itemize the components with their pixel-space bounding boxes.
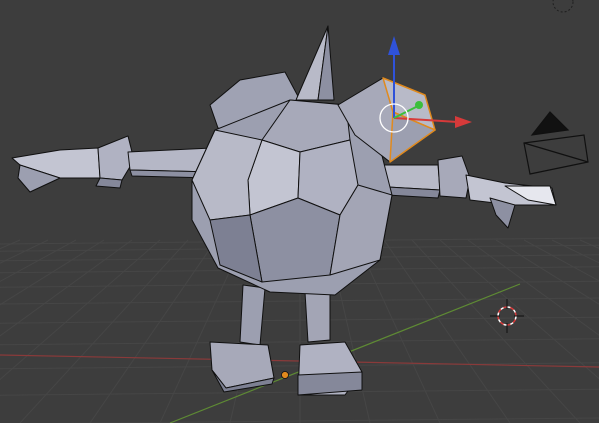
gizmo-x-arrow[interactable] [455,116,472,128]
viewport-scene[interactable] [0,0,599,423]
right-hand[interactable] [437,155,557,229]
gizmo-z-arrow[interactable] [388,36,400,55]
camera-icon[interactable] [523,111,589,175]
head-spike[interactable] [295,25,335,101]
grid-line [0,239,161,381]
grid-line [0,239,105,306]
grid-line [0,239,133,337]
3d-cursor-icon[interactable] [490,299,524,333]
grid-line [89,239,217,423]
grid-line [19,239,189,423]
right-leg[interactable] [297,291,363,396]
object-origin-icon[interactable] [281,371,289,379]
3d-viewport[interactable] [0,0,599,423]
gizmo-y-handle[interactable] [415,101,423,109]
left-hand[interactable] [11,135,135,193]
navigation-widget[interactable] [552,0,574,13]
